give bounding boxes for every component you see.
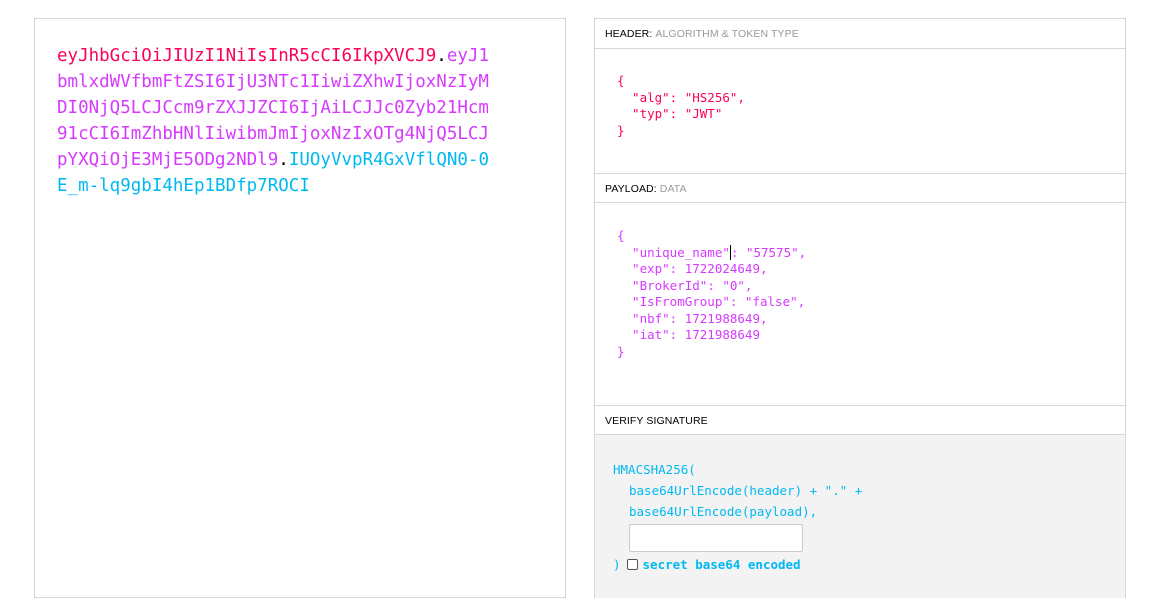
header-section-title: HEADER: ALGORITHM & TOKEN TYPE xyxy=(595,19,1125,49)
verify-title-label: VERIFY SIGNATURE xyxy=(605,415,708,427)
token-dot: . xyxy=(278,150,289,170)
encoded-token-panel[interactable]: eyJhbGciOiJIUzI1NiIsInR5cCI6IkpXVCJ9.eyJ… xyxy=(34,18,566,598)
hmac-arg-payload: base64UrlEncode(payload), xyxy=(629,504,818,519)
secret-input[interactable] xyxy=(629,524,803,552)
hmac-function-label: HMACSHA256( xyxy=(613,462,696,477)
secret-base64-checkbox[interactable] xyxy=(626,559,638,570)
json-line: } xyxy=(617,343,625,359)
hmac-close-paren: ) xyxy=(613,557,621,572)
header-json-editor[interactable]: { "alg": "HS256", "typ": "JWT"} xyxy=(595,49,1125,173)
json-line: } xyxy=(617,122,625,138)
token-dot: . xyxy=(436,46,447,66)
json-line: "IsFromGroup": "false", xyxy=(617,294,806,309)
json-line: "alg": "HS256", xyxy=(617,89,745,105)
verify-section-title: VERIFY SIGNATURE xyxy=(595,405,1125,435)
payload-section-title: PAYLOAD: DATA xyxy=(595,173,1125,203)
payload-json[interactable]: { "unique_name": "57575", "exp": 1722024… xyxy=(617,228,1125,360)
json-line: "iat": 1721988649 xyxy=(617,327,760,342)
header-title-subtitle: ALGORITHM & TOKEN TYPE xyxy=(655,28,799,40)
secret-base64-row: ) secret base64 encoded xyxy=(613,554,1125,575)
json-line: { xyxy=(617,73,625,88)
decoded-panel: HEADER: ALGORITHM & TOKEN TYPE { "alg": "… xyxy=(594,18,1126,598)
json-line: { xyxy=(617,228,625,243)
json-value: : "57575", xyxy=(730,244,807,260)
payload-title-subtitle: DATA xyxy=(659,183,687,195)
token-header-segment: eyJhbGciOiJIUzI1NiIsInR5cCI6IkpXVCJ9 xyxy=(57,46,437,66)
header-json[interactable]: { "alg": "HS256", "typ": "JWT"} xyxy=(617,73,1125,139)
secret-base64-label[interactable]: secret base64 encoded xyxy=(643,554,801,575)
encoded-token-textarea[interactable]: eyJhbGciOiJIUzI1NiIsInR5cCI6IkpXVCJ9.eyJ… xyxy=(57,43,497,199)
header-title-label: HEADER: xyxy=(605,28,653,40)
json-line: "nbf": 1721988649, xyxy=(617,310,768,326)
payload-title-label: PAYLOAD: xyxy=(605,183,657,195)
json-line: "BrokerId": "0", xyxy=(617,277,753,293)
json-line: "exp": 1722024649, xyxy=(617,261,768,276)
json-line: "unique_name": "57575", xyxy=(617,244,1125,262)
json-line: "typ": "JWT" xyxy=(617,106,723,121)
payload-json-editor[interactable]: { "unique_name": "57575", "exp": 1722024… xyxy=(595,203,1125,405)
json-key: "unique_name" xyxy=(617,244,730,260)
verify-signature-body: HMACSHA256( base64UrlEncode(header) + ".… xyxy=(595,435,1125,598)
hmac-arg-header: base64UrlEncode(header) + "." + xyxy=(629,483,863,498)
